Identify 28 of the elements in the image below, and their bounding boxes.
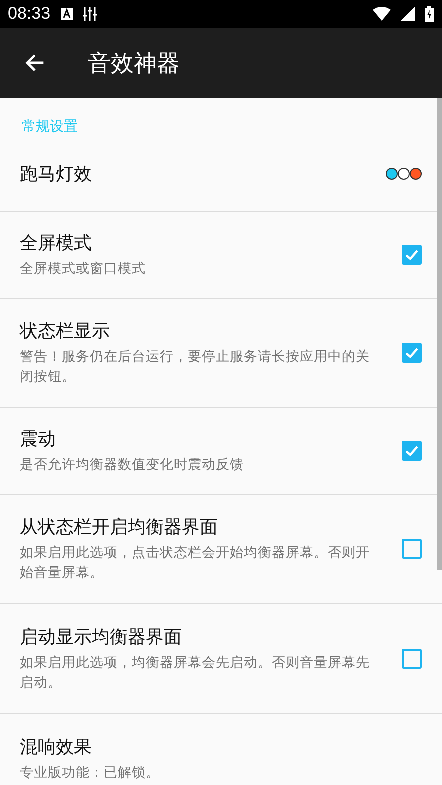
color-swatches[interactable] — [386, 168, 422, 180]
clock: 08:33 — [8, 4, 51, 24]
equalizer-icon — [82, 7, 97, 21]
checkbox[interactable] — [402, 648, 422, 668]
screen-title: 音效神器 — [88, 50, 180, 78]
battery-icon — [425, 6, 434, 22]
setting-title: 全屏模式 — [20, 232, 93, 255]
checkbox[interactable] — [402, 245, 422, 265]
checkbox[interactable] — [402, 441, 422, 461]
keyboard-icon — [60, 8, 73, 20]
setting-title: 混响效果 — [20, 736, 93, 758]
setting-title: 从状态栏开启均衡器界面 — [20, 516, 219, 539]
setting-summary: 警告！服务仍在后台运行，要停止服务请长按应用中的关闭按钮。 — [20, 348, 371, 387]
setting-summary: 是否允许均衡器数值变化时震动反馈 — [20, 456, 245, 475]
wifi-icon — [373, 7, 391, 21]
checkbox[interactable] — [402, 539, 422, 559]
setting-title: 震动 — [20, 428, 57, 451]
setting-title: 状态栏显示 — [20, 320, 111, 343]
setting-summary: 如果启用此选项，均衡器屏幕会先启动。否则音量屏幕先启动。 — [20, 654, 371, 692]
setting-title: 跑马灯效 — [20, 162, 93, 186]
setting-summary: 如果启用此选项，点击状态栏会开始均衡器屏幕。否则开始音量屏幕。 — [20, 544, 371, 583]
scrollbar[interactable] — [437, 98, 442, 570]
setting-title: 启动显示均衡器界面 — [20, 626, 183, 648]
setting-summary: 专业版功能：已解锁。 — [20, 764, 161, 782]
section-header: 常规设置 — [22, 118, 78, 136]
checkbox[interactable] — [402, 343, 422, 363]
signal-icon — [401, 7, 415, 21]
setting-summary: 全屏模式或窗口模式 — [20, 260, 147, 279]
